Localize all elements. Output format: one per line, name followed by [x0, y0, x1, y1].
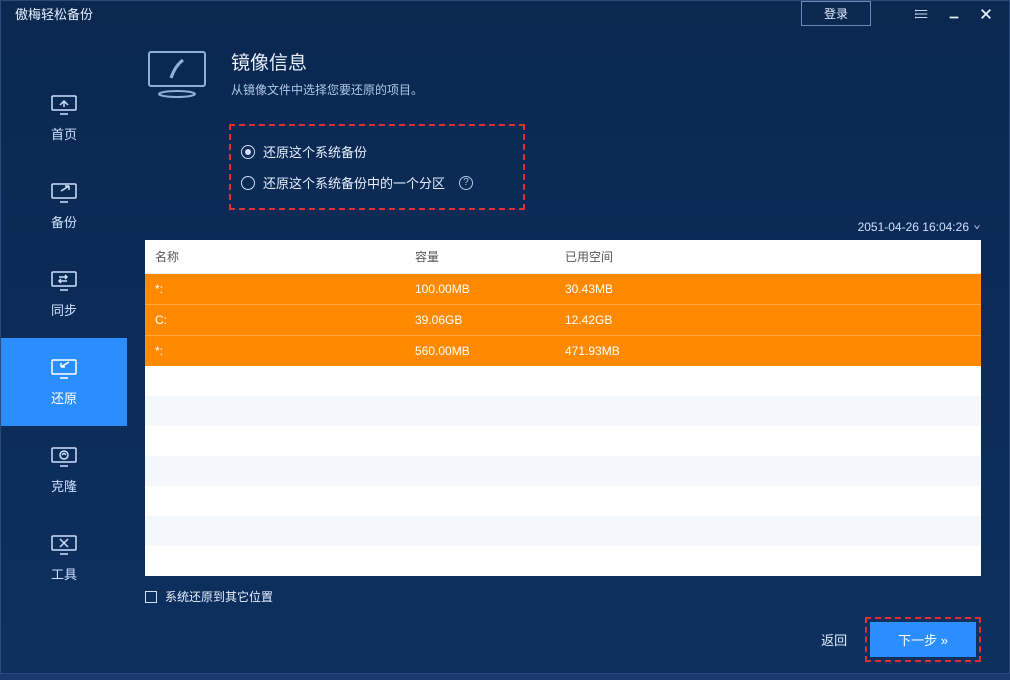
table-row-empty — [145, 456, 981, 486]
table-row-empty — [145, 366, 981, 396]
sidebar-item-tools[interactable]: 工具 — [1, 514, 127, 602]
monitor-tools-icon — [51, 534, 77, 556]
radio-restore-partition[interactable]: 还原这个系统备份中的一个分区 ? — [241, 167, 473, 198]
sidebar-item-label: 克隆 — [51, 476, 77, 495]
timestamp-value: 2051-04-26 16:04:26 — [858, 220, 969, 234]
backup-timestamp-dropdown[interactable]: 2051-04-26 16:04:26 — [145, 220, 981, 234]
restore-other-location-checkbox[interactable]: 系统还原到其它位置 — [145, 588, 981, 605]
login-button[interactable]: 登录 — [801, 1, 871, 26]
sidebar: 首页 备份 同步 还原 克隆 工具 — [1, 26, 127, 680]
image-info-icon — [145, 48, 213, 100]
next-button-highlight: 下一步 » — [865, 617, 981, 662]
cell-used: 30.43MB — [555, 274, 981, 304]
cell-name: *: — [145, 274, 405, 304]
app-title: 傲梅轻松备份 — [15, 4, 93, 23]
back-button[interactable]: 返回 — [821, 630, 847, 649]
sidebar-item-label: 同步 — [51, 300, 77, 319]
monitor-clone-icon — [51, 446, 77, 468]
sidebar-item-sync[interactable]: 同步 — [1, 250, 127, 338]
cell-capacity: 39.06GB — [405, 305, 555, 335]
monitor-sync-icon — [51, 270, 77, 292]
sidebar-item-home[interactable]: 首页 — [1, 74, 127, 162]
page-title: 镜像信息 — [231, 48, 423, 75]
col-header-name: 名称 — [145, 240, 405, 273]
monitor-home-icon — [51, 94, 77, 116]
table-row[interactable]: *: 100.00MB 30.43MB — [145, 274, 981, 304]
radio-icon — [241, 145, 255, 159]
table-row-empty — [145, 486, 981, 516]
table-row[interactable]: *: 560.00MB 471.93MB — [145, 335, 981, 366]
col-header-used: 已用空间 — [555, 240, 981, 273]
help-icon[interactable]: ? — [459, 176, 473, 190]
checkbox-label: 系统还原到其它位置 — [165, 588, 273, 605]
monitor-arrow-in-icon — [51, 358, 77, 380]
sidebar-item-label: 还原 — [51, 388, 77, 407]
cell-used: 12.42GB — [555, 305, 981, 335]
sidebar-item-clone[interactable]: 克隆 — [1, 426, 127, 514]
cell-used: 471.93MB — [555, 336, 981, 366]
cell-name: C: — [145, 305, 405, 335]
sidebar-item-backup[interactable]: 备份 — [1, 162, 127, 250]
minimize-icon[interactable] — [945, 5, 963, 23]
close-icon[interactable] — [977, 5, 995, 23]
cell-capacity: 560.00MB — [405, 336, 555, 366]
radio-restore-full[interactable]: 还原这个系统备份 — [241, 136, 473, 167]
titlebar: 傲梅轻松备份 登录 — [1, 1, 1009, 26]
cell-name: *: — [145, 336, 405, 366]
table-row-empty — [145, 396, 981, 426]
table-row-empty — [145, 516, 981, 546]
sidebar-item-label: 备份 — [51, 212, 77, 231]
app-window: 傲梅轻松备份 登录 首页 备份 同步 — [0, 0, 1010, 674]
radio-icon — [241, 176, 255, 190]
menu-list-icon[interactable] — [913, 5, 931, 23]
main-panel: 镜像信息 从镜像文件中选择您要还原的项目。 还原这个系统备份 还原这个系统备份中… — [127, 26, 1009, 680]
table-header: 名称 容量 已用空间 — [145, 240, 981, 274]
col-header-capacity: 容量 — [405, 240, 555, 273]
table-row-empty — [145, 426, 981, 456]
table-row-empty — [145, 546, 981, 576]
checkbox-icon — [145, 591, 157, 603]
chevron-down-icon — [973, 223, 981, 231]
sidebar-item-label: 工具 — [51, 564, 77, 583]
sidebar-item-restore[interactable]: 还原 — [1, 338, 127, 426]
footer: 返回 下一步 » — [145, 605, 981, 662]
partition-table: 名称 容量 已用空间 *: 100.00MB 30.43MB C: 39.06G… — [145, 240, 981, 576]
monitor-arrow-out-icon — [51, 182, 77, 204]
radio-label: 还原这个系统备份 — [263, 142, 367, 161]
radio-label: 还原这个系统备份中的一个分区 — [263, 173, 445, 192]
restore-options-highlight: 还原这个系统备份 还原这个系统备份中的一个分区 ? — [229, 124, 525, 210]
page-subtitle: 从镜像文件中选择您要还原的项目。 — [231, 81, 423, 98]
next-button[interactable]: 下一步 » — [870, 622, 976, 657]
sidebar-item-label: 首页 — [51, 124, 77, 143]
table-row[interactable]: C: 39.06GB 12.42GB — [145, 304, 981, 335]
cell-capacity: 100.00MB — [405, 274, 555, 304]
